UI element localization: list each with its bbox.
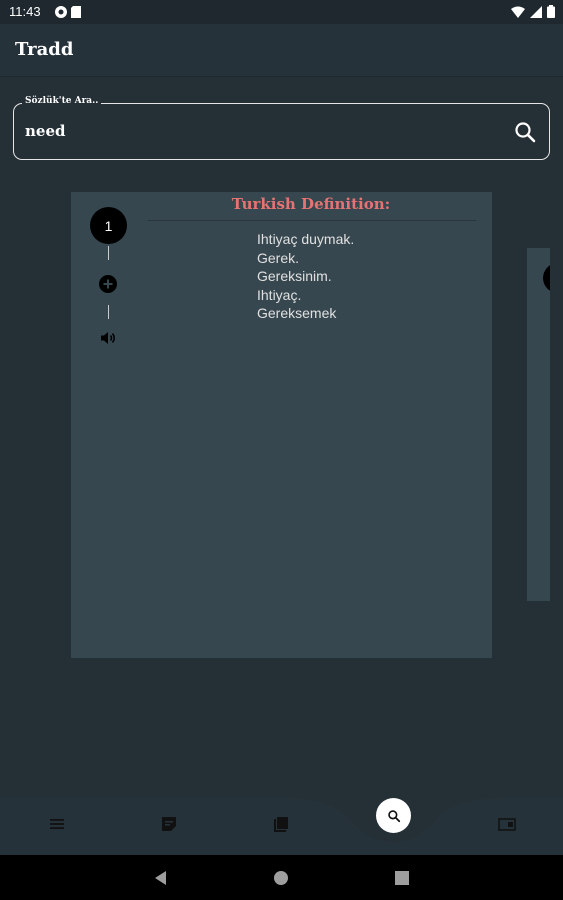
wifi-icon [511,6,525,18]
definition-card: 1 Turkish Definition: Ihtiyaç duymak. Ge… [71,192,492,658]
notes-icon[interactable] [159,814,179,834]
status-time: 11:43 [9,4,41,19]
definition-list: Ihtiyaç duymak. Gerek. Gereksinim. Ihtiy… [257,230,354,323]
status-bar: 11:43 [0,0,563,24]
app-bar: Tradd [0,24,563,77]
divider [108,246,109,260]
search-tab-button[interactable] [376,798,411,833]
definition-item: Gereksinim. [257,268,332,285]
back-icon[interactable] [152,869,170,887]
definition-heading: Turkish Definition: [231,195,391,213]
card-icon[interactable] [497,814,517,834]
home-icon[interactable] [272,869,290,887]
search-field[interactable]: Sözlük'te Ara.. need [13,96,550,160]
next-card-number [543,263,550,293]
search-input[interactable]: need [25,122,65,140]
recents-icon[interactable] [393,869,411,887]
status-notification-icons [55,6,81,18]
battery-icon [547,5,555,18]
speaker-icon[interactable] [99,329,117,347]
status-system-icons [511,5,555,18]
search-icon[interactable] [513,120,537,144]
definition-item: Ihtiyaç duymak. [257,231,355,247]
system-navigation-bar [0,855,563,900]
book-icon[interactable] [271,814,291,834]
app-title: Tradd [15,39,74,60]
definition-item: Gerek. [257,249,300,266]
definition-item: Ihtiyaç. [257,286,302,303]
menu-icon[interactable] [47,814,67,834]
add-circle-icon[interactable] [99,275,117,293]
sim-card-icon [71,6,81,18]
next-card[interactable] [527,248,550,601]
divider [108,305,109,319]
search-label: Sözlük'te Ara.. [22,96,102,106]
signal-icon [530,5,542,18]
heading-divider [148,220,476,221]
pocket-casts-icon [55,6,67,18]
bottom-navigation [0,798,563,855]
definition-item: Gereksemek [257,305,337,322]
search-icon [387,809,400,822]
